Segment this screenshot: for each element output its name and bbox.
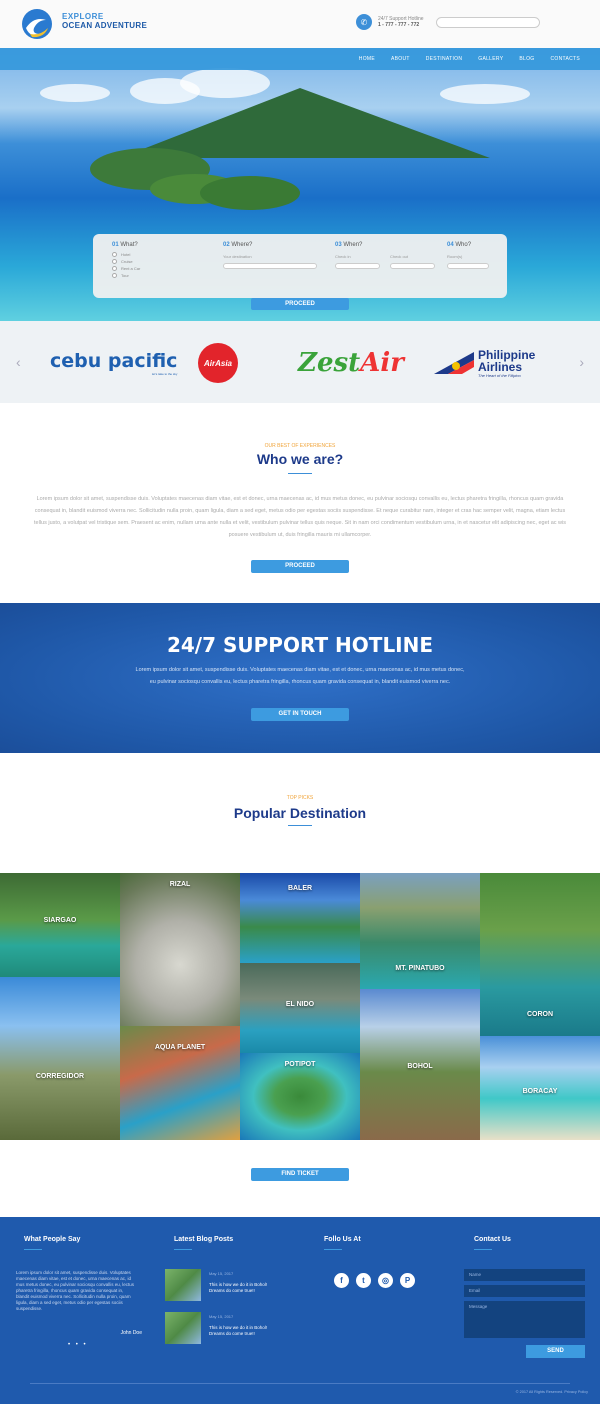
tile-potipot[interactable]: POTIPOT	[240, 1053, 360, 1140]
brand-bottom: OCEAN ADVENTURE	[62, 21, 148, 30]
popular-kicker: TOP PICKS	[286, 795, 314, 801]
message-field[interactable]: Message	[464, 1301, 585, 1338]
tile-aqua-planet[interactable]: AQUA PLANET	[120, 1026, 240, 1140]
option-rent-a-car[interactable]: Rent a Car	[112, 266, 140, 271]
get-in-touch-button[interactable]: GET IN TOUCH	[251, 708, 349, 721]
tile-coron[interactable]: CORON	[480, 873, 600, 1036]
what-column: 01 What? Hotel Cruise Rent a Car Tour	[112, 242, 141, 278]
rooms-input[interactable]	[447, 263, 489, 269]
checkin-input[interactable]	[335, 263, 380, 269]
follow-us: Follo Us At	[324, 1236, 361, 1250]
carousel-dots[interactable]: • • •	[68, 1342, 88, 1348]
divider	[288, 825, 312, 826]
brand-top: EXPLORE	[62, 12, 104, 21]
booking-panel: 01 What? Hotel Cruise Rent a Car Tour 02…	[93, 234, 507, 298]
testimonial-quote: Lorem ipsum dolor sit amet, suspendisse …	[16, 1270, 135, 1311]
site-header: EXPLORE OCEAN ADVENTURE ✆ 24/7 Support H…	[0, 0, 600, 48]
send-button[interactable]: SEND	[526, 1345, 585, 1358]
hero-banner: 01 What? Hotel Cruise Rent a Car Tour 02…	[0, 48, 600, 321]
tile-mt-pinatubo[interactable]: MT. PINATUBO	[360, 873, 480, 989]
tile-boracay[interactable]: BORACAY	[480, 1036, 600, 1140]
chevron-left-icon[interactable]: ‹	[16, 354, 21, 370]
hotline-body: Lorem ipsum dolor sit amet, suspendisse …	[135, 667, 465, 685]
airasia-logo[interactable]: AirAsia	[198, 343, 238, 383]
nav-about[interactable]: ABOUT	[391, 56, 410, 62]
who-column: 04 Who? Room(s)	[447, 242, 489, 269]
when-column: 03 When? Check in Check out	[335, 242, 435, 269]
destination-grid: SIARGAO RIZAL BALER MT. PINATUBO CORON C…	[0, 873, 600, 1140]
find-ticket-button[interactable]: FIND TICKET	[251, 1168, 349, 1181]
pinterest-icon[interactable]: P	[400, 1273, 415, 1288]
blog-thumbnail	[165, 1269, 201, 1301]
who-we-are-section: OUR BEST OF EXPERIENCES Who we are? Lore…	[0, 403, 600, 603]
blog-post-2[interactable]: May 15, 2017 This is how we do it in Boh…	[165, 1312, 281, 1344]
airline-partners: ‹ › cebu pacific let's take to the sky A…	[0, 321, 600, 403]
name-field[interactable]: Name	[464, 1269, 585, 1281]
search-input[interactable]	[436, 17, 540, 28]
nav-gallery[interactable]: GALLERY	[478, 56, 503, 62]
who-title: Who we are?	[256, 451, 344, 467]
divider	[288, 473, 312, 474]
instagram-icon[interactable]: ◎	[378, 1273, 393, 1288]
popular-title: Popular Destination	[233, 805, 367, 821]
nav-blog[interactable]: BLOG	[519, 56, 534, 62]
option-cruise[interactable]: Cruise	[112, 259, 140, 264]
hotline: ✆ 24/7 Support Hotline 1 - 777 - 777 - 7…	[356, 14, 424, 30]
blog-post-1[interactable]: May 15, 2017 This is how we do it in Boh…	[165, 1269, 281, 1301]
email-field[interactable]: Email	[464, 1285, 585, 1297]
tile-el-nido[interactable]: EL NIDO	[240, 963, 360, 1053]
cebu-pacific-logo[interactable]: cebu pacific let's take to the sky	[50, 343, 177, 383]
twitter-icon[interactable]: t	[356, 1273, 371, 1288]
option-tour[interactable]: Tour	[112, 273, 140, 278]
checkout-input[interactable]	[390, 263, 435, 269]
hotline-section: 24/7 SUPPORT HOTLINE Lorem ipsum dolor s…	[0, 603, 600, 753]
tile-siargao[interactable]: SIARGAO	[0, 873, 120, 977]
proceed-button-2[interactable]: PROCEED	[251, 560, 349, 573]
tile-corregidor[interactable]: CORREGIDOR	[0, 977, 120, 1140]
main-nav: HOME ABOUT DESTINATION GALLERY BLOG CONT…	[0, 48, 600, 70]
social-links: f t ◎ P	[334, 1273, 422, 1288]
contact-us: Contact Us	[474, 1236, 511, 1250]
option-hotel[interactable]: Hotel	[112, 252, 140, 257]
tile-baler[interactable]: BALER	[240, 873, 360, 963]
destination-input[interactable]	[223, 263, 317, 269]
blog-posts: Latest Blog Posts	[174, 1236, 233, 1250]
proceed-button[interactable]: PROCEED	[251, 298, 349, 310]
nav-home[interactable]: HOME	[359, 56, 375, 62]
where-column: 02 Where? Your destination	[223, 242, 317, 269]
popular-section: TOP PICKS Popular Destination	[0, 753, 600, 873]
copyright: © 2017 All Rights Reserved. Privacy Poli…	[515, 1390, 588, 1394]
testimonial-author: John Doe	[120, 1330, 142, 1336]
blog-thumbnail	[165, 1312, 201, 1344]
chevron-right-icon[interactable]: ›	[579, 354, 584, 370]
tile-bohol[interactable]: BOHOL	[360, 989, 480, 1140]
nav-destination[interactable]: DESTINATION	[426, 56, 463, 62]
tile-rizal[interactable]: RIZAL	[120, 873, 240, 1026]
hotline-number: 1 - 777 - 777 - 772	[378, 22, 420, 28]
who-body: Lorem ipsum dolor sit amet, suspendisse …	[34, 496, 566, 538]
zestair-logo[interactable]: Zest Air	[298, 343, 404, 383]
phone-icon: ✆	[356, 14, 372, 30]
testimonials: What People Say Lorem ipsum dolor sit am…	[16, 1236, 142, 1336]
who-kicker: OUR BEST OF EXPERIENCES	[264, 443, 336, 449]
footer-divider	[30, 1383, 570, 1384]
pal-flag-icon	[434, 352, 474, 374]
logo-icon[interactable]	[20, 8, 54, 40]
philippine-airlines-logo[interactable]: Philippine Airlines The Heart of the Fil…	[434, 343, 535, 383]
hotline-title: 24/7 SUPPORT HOTLINE	[166, 633, 434, 657]
brand: EXPLORE OCEAN ADVENTURE	[62, 12, 147, 30]
facebook-icon[interactable]: f	[334, 1273, 349, 1288]
nav-contacts[interactable]: CONTACTS	[550, 56, 580, 62]
mountain-image	[120, 88, 490, 158]
